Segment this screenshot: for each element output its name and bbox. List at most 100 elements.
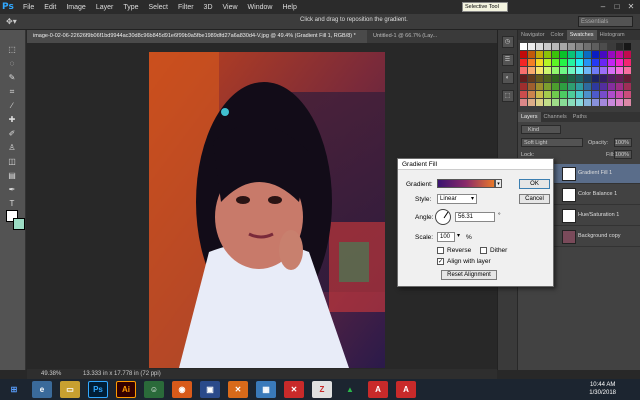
- color-swatch[interactable]: [528, 99, 535, 106]
- color-swatch[interactable]: [624, 75, 631, 82]
- scale-dropdown-icon[interactable]: ▾: [457, 232, 460, 239]
- color-swatch[interactable]: [624, 83, 631, 90]
- menu-filter[interactable]: Filter: [173, 4, 199, 11]
- color-swatch[interactable]: [528, 59, 535, 66]
- menu-edit[interactable]: Edit: [39, 4, 61, 11]
- color-swatch[interactable]: [592, 75, 599, 82]
- minimize-icon[interactable]: –: [596, 0, 610, 14]
- eraser-icon[interactable]: ◫: [5, 156, 19, 167]
- color-swatch[interactable]: [584, 59, 591, 66]
- triangle-app-icon[interactable]: ▲: [340, 381, 360, 398]
- color-swatch[interactable]: [584, 51, 591, 58]
- color-swatch[interactable]: [552, 51, 559, 58]
- explorer-icon[interactable]: ▭: [60, 381, 80, 398]
- color-swatch[interactable]: [616, 51, 623, 58]
- color-swatch[interactable]: [592, 59, 599, 66]
- color-swatch[interactable]: [576, 51, 583, 58]
- menu-help[interactable]: Help: [277, 4, 301, 11]
- color-swatch[interactable]: [552, 99, 559, 106]
- color-swatch[interactable]: [536, 83, 543, 90]
- color-swatch[interactable]: [528, 83, 535, 90]
- color-swatch[interactable]: [520, 43, 527, 50]
- color-swatch[interactable]: [560, 91, 567, 98]
- color-swatch[interactable]: [584, 83, 591, 90]
- workspace-select[interactable]: Essentials: [578, 16, 633, 27]
- adjustments-icon[interactable]: ◐: [501, 72, 514, 84]
- color-swatch[interactable]: [608, 51, 615, 58]
- color-swatch[interactable]: [528, 51, 535, 58]
- color-swatch[interactable]: [576, 99, 583, 106]
- color-swatch[interactable]: [544, 83, 551, 90]
- color-swatch[interactable]: [520, 99, 527, 106]
- color-swatch[interactable]: [584, 75, 591, 82]
- color-swatch[interactable]: [560, 59, 567, 66]
- dither-checkbox[interactable]: [480, 247, 487, 254]
- color-swatch[interactable]: [608, 83, 615, 90]
- tab-swatches[interactable]: Swatches: [566, 30, 597, 40]
- app-z-icon[interactable]: Z: [312, 381, 332, 398]
- color-swatch[interactable]: [520, 83, 527, 90]
- color-swatch[interactable]: [520, 51, 527, 58]
- color-swatch[interactable]: [520, 67, 527, 74]
- color-swatch[interactable]: [528, 43, 535, 50]
- style-select[interactable]: Linear ▾: [437, 194, 477, 204]
- color-swatch[interactable]: [536, 91, 543, 98]
- color-swatch[interactable]: [568, 83, 575, 90]
- close-icon[interactable]: ✕: [624, 0, 638, 14]
- photoshop-taskbar-icon[interactable]: Ps: [88, 381, 108, 398]
- color-swatch[interactable]: [544, 75, 551, 82]
- history-icon[interactable]: ◷: [501, 36, 514, 48]
- blend-mode-select[interactable]: Soft Light: [521, 138, 583, 147]
- opacity-value[interactable]: 100%: [614, 138, 632, 147]
- color-swatch[interactable]: [552, 59, 559, 66]
- layer-filter-kind[interactable]: Kind: [521, 125, 561, 134]
- color-swatch[interactable]: [520, 75, 527, 82]
- photo-canvas[interactable]: [149, 52, 385, 368]
- healing-brush-icon[interactable]: ✚: [5, 114, 19, 125]
- tab-navigator[interactable]: Navigator: [518, 30, 548, 40]
- tab-color[interactable]: Color: [548, 30, 567, 40]
- start-icon[interactable]: ⊞: [4, 381, 24, 398]
- clone-stamp-icon[interactable]: ♙: [5, 142, 19, 153]
- color-swatch[interactable]: [576, 59, 583, 66]
- color-swatch[interactable]: [600, 59, 607, 66]
- color-swatch[interactable]: [536, 75, 543, 82]
- doc-tab-untitled[interactable]: Untitled-1 @ 66.7% (Lay...: [367, 30, 487, 43]
- color-swatch[interactable]: [544, 51, 551, 58]
- color-swatch[interactable]: [600, 83, 607, 90]
- color-swatch[interactable]: [576, 83, 583, 90]
- gradient-dropdown-icon[interactable]: ▾: [495, 179, 502, 188]
- angle-input[interactable]: 56.31: [455, 212, 495, 222]
- color-swatch[interactable]: [560, 51, 567, 58]
- menu-file[interactable]: File: [18, 4, 39, 11]
- color-swatch[interactable]: [560, 99, 567, 106]
- reverse-checkbox[interactable]: [437, 247, 444, 254]
- color-swatch[interactable]: [536, 99, 543, 106]
- menu-layer[interactable]: Layer: [91, 4, 119, 11]
- doc-tab-active[interactable]: image-0-02-06-22626f9b06f1bd9944ac30d8c9…: [27, 30, 367, 43]
- color-swatch[interactable]: [616, 67, 623, 74]
- color-swatch[interactable]: [584, 99, 591, 106]
- color-swatch[interactable]: [528, 75, 535, 82]
- color-swatch[interactable]: [616, 91, 623, 98]
- pdf-icon-2[interactable]: A: [396, 381, 416, 398]
- move-tool-icon[interactable]: ✥▾: [6, 17, 17, 26]
- tab-layers[interactable]: Layers: [518, 112, 541, 122]
- menu-select[interactable]: Select: [144, 4, 173, 11]
- color-swatch[interactable]: [552, 83, 559, 90]
- color-swatch[interactable]: [600, 75, 607, 82]
- color-swatch[interactable]: [600, 43, 607, 50]
- color-swatch[interactable]: [624, 51, 631, 58]
- xampp-icon[interactable]: ✕: [228, 381, 248, 398]
- fill-value[interactable]: 100%: [614, 150, 632, 159]
- color-swatch[interactable]: [536, 43, 543, 50]
- color-swatch[interactable]: [584, 43, 591, 50]
- color-swatch[interactable]: [568, 99, 575, 106]
- color-swatch[interactable]: [520, 91, 527, 98]
- menu-3d[interactable]: 3D: [199, 4, 218, 11]
- menu-view[interactable]: View: [218, 4, 243, 11]
- ok-button[interactable]: OK: [519, 179, 550, 189]
- color-swatch[interactable]: [568, 59, 575, 66]
- color-swatch[interactable]: [608, 99, 615, 106]
- scale-input[interactable]: 100: [437, 232, 455, 242]
